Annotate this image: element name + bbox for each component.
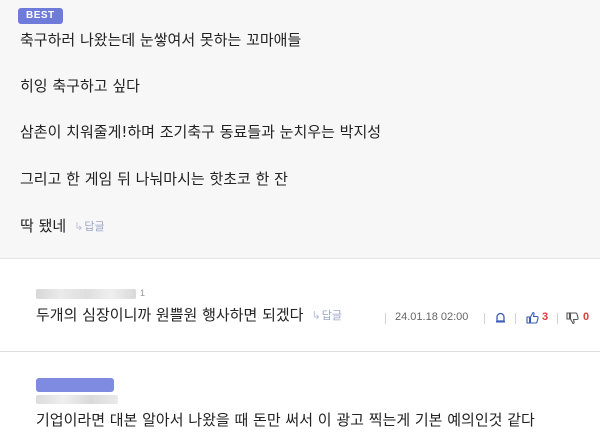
comment-line-3: 삼촌이 치워줄게!하며 조기축구 동료들과 눈치우는 박지성 — [20, 123, 382, 141]
divider — [0, 351, 600, 352]
report-icon[interactable] — [495, 312, 506, 324]
separator — [515, 313, 516, 324]
reply-link-label: 답글 — [84, 220, 105, 233]
author-name-tail: 1 — [140, 288, 146, 298]
best-badge-blurred — [36, 378, 114, 392]
comment-line-4: 그리고 한 게임 뒤 나눠마시는 핫초코 한 잔 — [20, 170, 288, 188]
author-name-blurred — [36, 395, 118, 404]
comment-line-2: 히잉 축구하고 싶다 — [20, 77, 140, 95]
comment-line-5-text: 딱 됐네 — [20, 217, 67, 235]
comment-line-5: 딱 됐네 ↳답글 — [20, 216, 105, 237]
timestamp: 24.01.18 02:00 — [395, 311, 469, 323]
reply-arrow-icon: ↳ — [74, 220, 84, 233]
reply-item-1: 1 두개의 심장이니까 원쁠원 행사하면 되겠다 ↳답글 24.01.18 02:… — [0, 259, 600, 345]
best-badge: BEST — [18, 8, 63, 24]
comment-line-1: 축구하러 나왔는데 눈쌓여서 못하는 꼬마애들 — [20, 31, 302, 49]
reply-text-2: 기업이라면 대본 알아서 나왔을 때 돈만 써서 이 광고 찍는게 기본 예의인… — [36, 411, 535, 429]
reply-arrow-icon: ↳ — [311, 309, 321, 322]
best-comment-card: BEST 축구하러 나왔는데 눈쌓여서 못하는 꼬마애들 히잉 축구하고 싶다 … — [0, 0, 600, 259]
thumbs-up-icon[interactable] — [526, 311, 539, 324]
reply-link-label: 답글 — [321, 309, 342, 322]
reply-text-1-body: 두개의 심장이니까 원쁠원 행사하면 되겠다 — [36, 306, 304, 324]
reply-link[interactable]: ↳답글 — [311, 306, 341, 326]
like-count: 3 — [542, 311, 549, 323]
reply-text-1: 두개의 심장이니까 원쁠원 행사하면 되겠다 ↳답글 — [36, 305, 342, 326]
separator — [484, 313, 485, 324]
dislike-count: 0 — [583, 311, 590, 323]
author-name-blurred — [36, 289, 136, 299]
separator — [557, 313, 558, 324]
thumbs-down-icon[interactable] — [566, 312, 579, 325]
reply-link[interactable]: ↳답글 — [74, 217, 104, 237]
separator — [385, 313, 386, 324]
